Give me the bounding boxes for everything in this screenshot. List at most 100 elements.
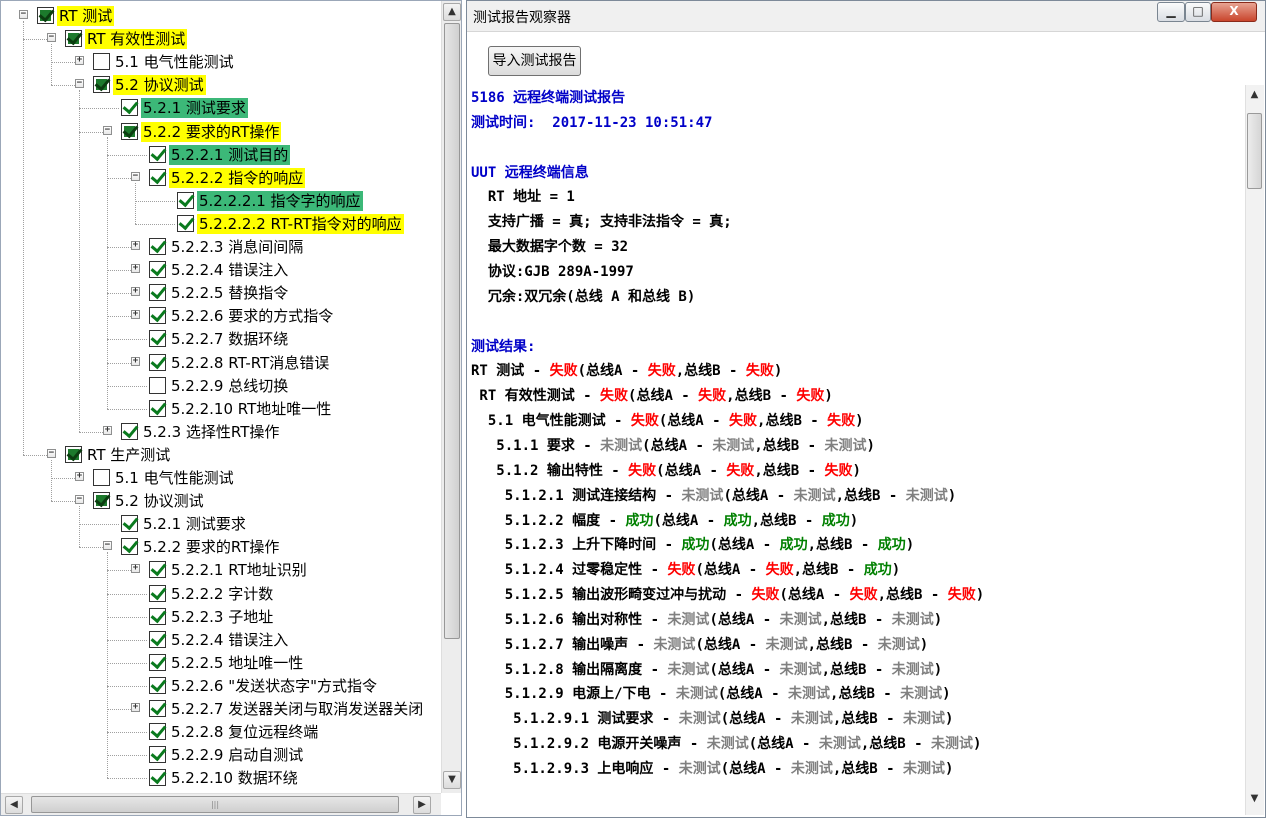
- expand-icon[interactable]: +: [131, 703, 140, 712]
- tree-vertical-scrollbar[interactable]: ▲ ▼: [441, 1, 461, 793]
- window-titlebar[interactable]: 测试报告观察器 ▁ □ X: [467, 1, 1265, 32]
- node-label[interactable]: 5.2.2.7 发送器关闭与取消发送器关闭: [169, 699, 425, 719]
- expand-icon[interactable]: +: [131, 287, 140, 296]
- node-checkbox[interactable]: [149, 723, 166, 740]
- node-label[interactable]: 5.2.2.2.2 RT-RT指令对的响应: [197, 214, 404, 234]
- node-label[interactable]: 5.2.2.7 数据环绕: [169, 329, 290, 349]
- node-checkbox[interactable]: [149, 146, 166, 163]
- node-label[interactable]: 5.2.2 要求的RT操作: [141, 122, 282, 142]
- node-checkbox[interactable]: [149, 330, 166, 347]
- node-label[interactable]: 5.1 电气性能测试: [113, 468, 236, 488]
- node-checkbox[interactable]: [149, 238, 166, 255]
- collapse-icon[interactable]: −: [75, 79, 84, 88]
- close-button[interactable]: X: [1211, 2, 1257, 22]
- node-checkbox[interactable]: [149, 169, 166, 186]
- report-scroll-up-button[interactable]: ▲: [1246, 87, 1263, 105]
- node-label[interactable]: 5.2.2.6 "发送状态字"方式指令: [169, 676, 379, 696]
- scroll-down-button[interactable]: ▼: [443, 771, 461, 789]
- node-label[interactable]: 5.2.2.8 复位远程终端: [169, 722, 320, 742]
- node-label[interactable]: RT 生产测试: [85, 445, 172, 465]
- expand-icon[interactable]: +: [131, 310, 140, 319]
- node-checkbox[interactable]: [121, 99, 138, 116]
- tree-horizontal-scroll-thumb[interactable]: |||: [31, 796, 399, 813]
- node-label[interactable]: 5.2.2.9 启动自测试: [169, 745, 305, 765]
- node-checkbox[interactable]: [121, 123, 138, 140]
- node-label[interactable]: 5.2.2.9 总线切换: [169, 376, 290, 396]
- node-label[interactable]: 5.2.2.5 替换指令: [169, 283, 290, 303]
- node-checkbox[interactable]: [93, 492, 110, 509]
- node-label[interactable]: 5.2.2.2 字计数: [169, 584, 275, 604]
- node-label[interactable]: 5.1 电气性能测试: [113, 52, 236, 72]
- node-label[interactable]: 5.2.2.10 数据环绕: [169, 768, 300, 788]
- expand-icon[interactable]: +: [131, 241, 140, 250]
- node-label[interactable]: RT 测试: [57, 6, 115, 26]
- node-label[interactable]: 5.2 协议测试: [113, 491, 206, 511]
- node-label[interactable]: 5.2.2.4 错误注入: [169, 630, 290, 650]
- collapse-icon[interactable]: −: [103, 541, 112, 550]
- node-checkbox[interactable]: [149, 585, 166, 602]
- node-checkbox[interactable]: [149, 746, 166, 763]
- node-label[interactable]: 5.2.2.5 地址唯一性: [169, 653, 305, 673]
- node-label[interactable]: 5.2.2.1 RT地址识别: [169, 560, 309, 580]
- collapse-icon[interactable]: −: [103, 126, 112, 135]
- report-scroll-thumb[interactable]: [1247, 113, 1262, 189]
- node-checkbox[interactable]: [37, 7, 54, 24]
- node-checkbox[interactable]: [177, 215, 194, 232]
- node-checkbox[interactable]: [149, 700, 166, 717]
- node-label[interactable]: 5.2.2.2.1 指令字的响应: [197, 191, 363, 211]
- collapse-icon[interactable]: −: [19, 10, 28, 19]
- node-label[interactable]: 5.2.2.3 消息间间隔: [169, 237, 305, 257]
- collapse-icon[interactable]: −: [131, 172, 140, 181]
- node-checkbox[interactable]: [149, 677, 166, 694]
- report-vertical-scrollbar[interactable]: ▲ ▼: [1245, 85, 1264, 815]
- node-checkbox[interactable]: [149, 307, 166, 324]
- node-label[interactable]: 5.2.2.10 RT地址唯一性: [169, 399, 333, 419]
- scroll-up-button[interactable]: ▲: [443, 3, 461, 21]
- node-label[interactable]: 5.2.2.8 RT-RT消息错误: [169, 353, 331, 373]
- report-scroll-down-button[interactable]: ▼: [1246, 791, 1263, 809]
- node-label[interactable]: 5.2 协议测试: [113, 75, 206, 95]
- node-checkbox[interactable]: [177, 192, 194, 209]
- node-label[interactable]: 5.2.2 要求的RT操作: [141, 537, 281, 557]
- node-label[interactable]: RT 有效性测试: [85, 29, 188, 49]
- node-checkbox[interactable]: [149, 284, 166, 301]
- expand-icon[interactable]: +: [75, 56, 84, 65]
- node-label[interactable]: 5.2.2.6 要求的方式指令: [169, 306, 335, 326]
- node-checkbox[interactable]: [121, 515, 138, 532]
- scroll-right-button[interactable]: ▶: [413, 796, 431, 814]
- scroll-left-button[interactable]: ◀: [5, 796, 23, 814]
- collapse-icon[interactable]: −: [47, 33, 56, 42]
- node-checkbox[interactable]: [149, 377, 166, 394]
- node-checkbox[interactable]: [121, 423, 138, 440]
- node-label[interactable]: 5.2.1 测试要求: [141, 98, 248, 118]
- node-checkbox[interactable]: [149, 654, 166, 671]
- expand-icon[interactable]: +: [131, 264, 140, 273]
- node-checkbox[interactable]: [149, 769, 166, 786]
- expand-icon[interactable]: +: [103, 426, 112, 435]
- node-checkbox[interactable]: [65, 30, 82, 47]
- node-checkbox[interactable]: [149, 631, 166, 648]
- node-checkbox[interactable]: [149, 354, 166, 371]
- node-checkbox[interactable]: [93, 53, 110, 70]
- expand-icon[interactable]: +: [75, 472, 84, 481]
- node-checkbox[interactable]: [149, 261, 166, 278]
- report-text-area[interactable]: 5186 远程终端测试报告 测试时间: 2017-11-23 10:51:47 UU…: [471, 85, 1251, 815]
- node-checkbox[interactable]: [149, 608, 166, 625]
- tree-horizontal-scrollbar[interactable]: ◀ ||| ▶: [1, 793, 441, 815]
- node-label[interactable]: 5.2.2.1 测试目的: [169, 145, 291, 165]
- node-checkbox[interactable]: [149, 561, 166, 578]
- tree-vertical-scroll-thumb[interactable]: [444, 23, 460, 639]
- node-label[interactable]: 5.2.1 测试要求: [141, 514, 248, 534]
- node-label[interactable]: 5.2.2.2 指令的响应: [169, 168, 306, 188]
- node-checkbox[interactable]: [149, 400, 166, 417]
- minimize-button[interactable]: ▁: [1157, 2, 1185, 22]
- expand-icon[interactable]: +: [131, 357, 140, 366]
- node-label[interactable]: 5.2.2.3 子地址: [169, 607, 275, 627]
- expand-icon[interactable]: +: [131, 564, 140, 573]
- collapse-icon[interactable]: −: [75, 495, 84, 504]
- node-checkbox[interactable]: [65, 446, 82, 463]
- maximize-button[interactable]: □: [1185, 2, 1211, 22]
- node-checkbox[interactable]: [93, 76, 110, 93]
- node-checkbox[interactable]: [93, 469, 110, 486]
- node-label[interactable]: 5.2.2.4 错误注入: [169, 260, 290, 280]
